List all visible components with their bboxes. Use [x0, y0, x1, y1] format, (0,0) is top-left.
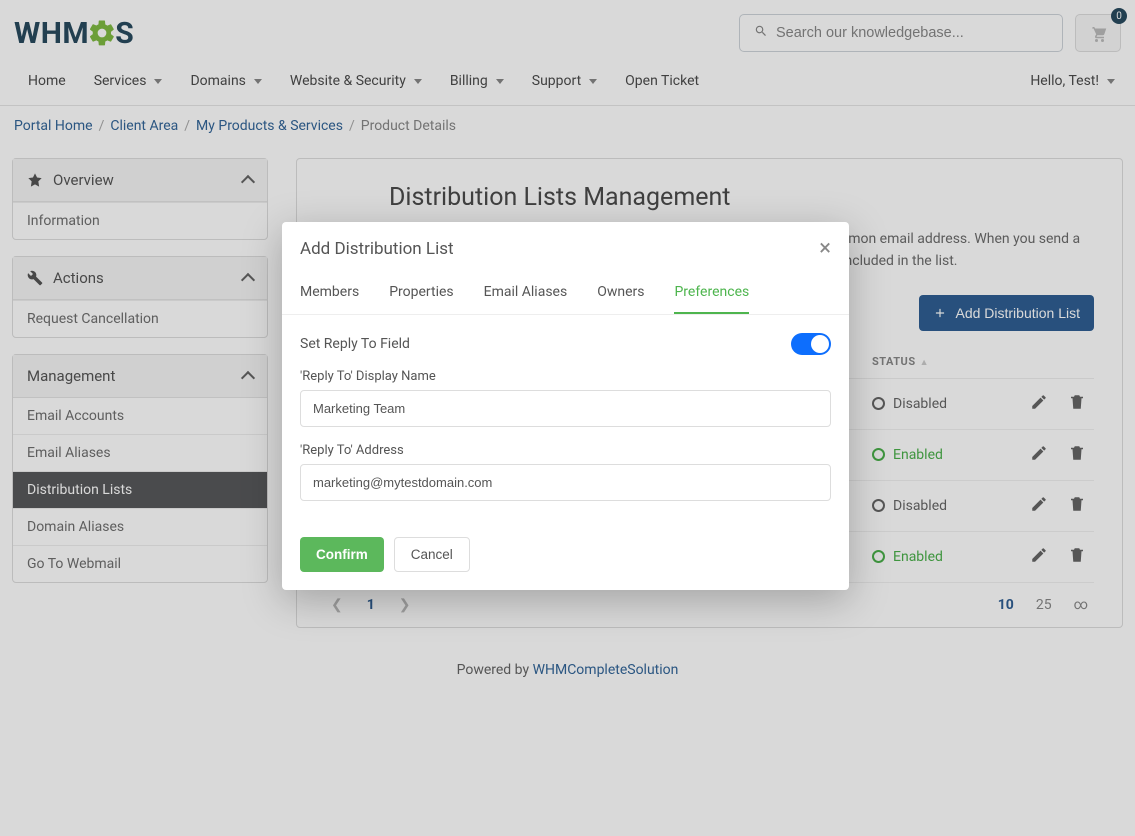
set-reply-to-toggle[interactable]	[791, 333, 831, 355]
confirm-button[interactable]: Confirm	[300, 537, 384, 572]
reply-to-display-name-input[interactable]	[300, 390, 831, 427]
reply-to-address-label: 'Reply To' Address	[300, 443, 831, 458]
tab-members[interactable]: Members	[300, 276, 359, 314]
tab-email-aliases[interactable]: Email Aliases	[484, 276, 568, 314]
cancel-button[interactable]: Cancel	[394, 537, 470, 572]
tab-preferences[interactable]: Preferences	[674, 276, 749, 314]
add-distribution-list-modal: Add Distribution List × Members Propertie…	[282, 222, 849, 590]
close-icon[interactable]: ×	[819, 238, 831, 260]
reply-to-display-name-label: 'Reply To' Display Name	[300, 369, 831, 384]
set-reply-to-label: Set Reply To Field	[300, 336, 410, 352]
reply-to-address-input[interactable]	[300, 464, 831, 501]
tab-owners[interactable]: Owners	[597, 276, 644, 314]
modal-title: Add Distribution List	[300, 239, 454, 259]
tab-properties[interactable]: Properties	[389, 276, 453, 314]
